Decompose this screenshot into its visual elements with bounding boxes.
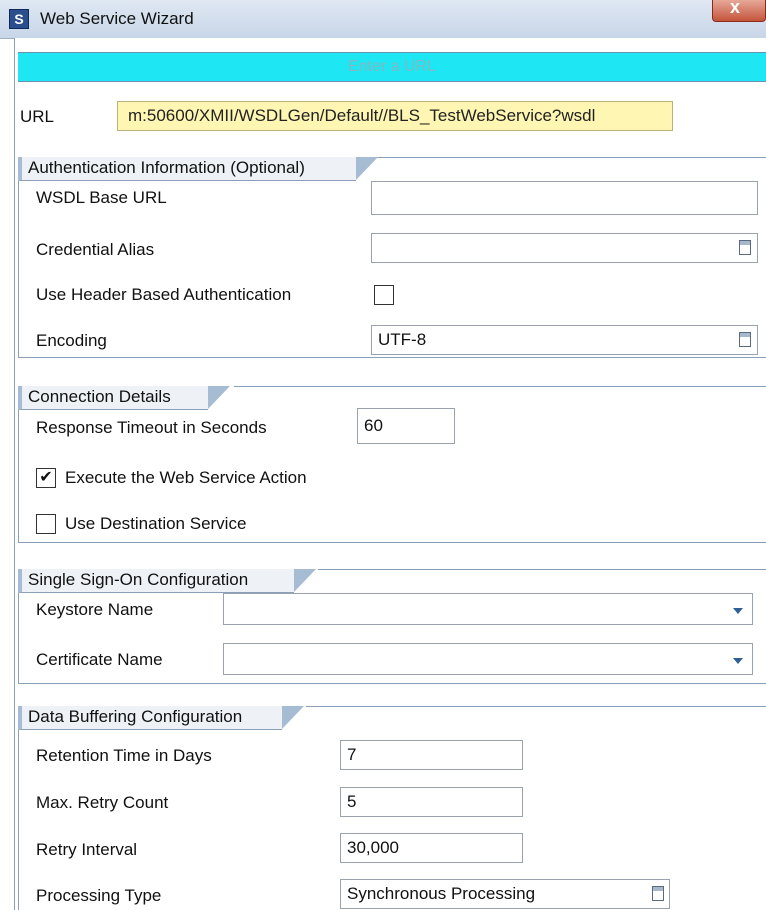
retention-input[interactable]: 7 (340, 740, 523, 770)
value-help-icon[interactable] (739, 240, 751, 255)
auth-tab-slant (356, 157, 378, 180)
close-icon: x (730, 0, 741, 17)
credential-alias-label: Credential Alias (36, 240, 155, 259)
encoding-value: UTF-8 (378, 330, 427, 349)
encoding-select[interactable]: UTF-8 (371, 325, 758, 355)
chevron-down-icon[interactable] (728, 596, 748, 624)
execute-action-label: Execute the Web Service Action (65, 468, 307, 487)
connection-group-title: Connection Details (28, 387, 171, 406)
keystore-combo[interactable] (223, 593, 753, 625)
destination-service-checkbox[interactable] (36, 514, 56, 534)
value-help-icon[interactable] (739, 332, 751, 347)
step-banner: Enter a URL (18, 52, 766, 82)
close-button[interactable]: x (712, 0, 766, 22)
buffering-group-top-line (306, 706, 766, 707)
auth-group-header: Authentication Information (Optional) (18, 157, 378, 181)
retry-interval-input[interactable]: 30,000 (340, 833, 523, 863)
processing-type-label: Processing Type (36, 886, 162, 905)
certificate-combo[interactable] (223, 643, 753, 675)
wsdl-base-url-label: WSDL Base URL (36, 188, 167, 207)
credential-alias-input[interactable] (371, 233, 758, 263)
sso-group-top-line (318, 569, 766, 570)
sso-tab-slant (294, 569, 316, 592)
retry-count-label: Max. Retry Count (36, 793, 169, 812)
timeout-label: Response Timeout in Seconds (36, 418, 267, 437)
auth-group-title: Authentication Information (Optional) (28, 158, 305, 177)
connection-tab-slant (208, 386, 230, 409)
header-auth-label: Use Header Based Authentication (36, 285, 292, 304)
banner-text: Enter a URL (347, 58, 437, 75)
processing-type-value: Synchronous Processing (347, 884, 536, 903)
header-auth-checkbox[interactable] (374, 285, 394, 305)
url-input[interactable]: m:50600/XMII/WSDLGen/Default//BLS_TestWe… (117, 101, 673, 131)
encoding-label: Encoding (36, 331, 107, 350)
url-label: URL (20, 107, 55, 126)
buffering-group-title: Data Buffering Configuration (28, 707, 243, 726)
auth-group-top-line (360, 157, 766, 158)
chevron-down-icon[interactable] (728, 646, 748, 674)
connection-group-header: Connection Details (18, 386, 230, 410)
wsdl-base-url-input[interactable] (371, 181, 758, 215)
retry-count-input[interactable]: 5 (340, 787, 523, 817)
sap-app-icon: S (9, 9, 29, 29)
window-titlebar: S Web Service Wizard x (0, 0, 766, 39)
sso-group-title: Single Sign-On Configuration (28, 570, 249, 589)
window-title: Web Service Wizard (40, 9, 194, 28)
retry-interval-label: Retry Interval (36, 840, 138, 859)
processing-type-select[interactable]: Synchronous Processing (340, 879, 670, 909)
value-help-icon[interactable] (652, 886, 664, 901)
buffering-tab-slant (282, 706, 304, 729)
destination-service-label: Use Destination Service (65, 514, 247, 533)
keystore-label: Keystore Name (36, 600, 154, 619)
sso-group-header: Single Sign-On Configuration (18, 569, 316, 593)
timeout-input[interactable]: 60 (357, 408, 455, 444)
certificate-label: Certificate Name (36, 650, 163, 669)
connection-group-top-line (234, 386, 766, 387)
buffering-group-header: Data Buffering Configuration (18, 706, 304, 730)
retention-label: Retention Time in Days (36, 746, 212, 765)
execute-action-checkbox[interactable]: ✔ (36, 468, 56, 488)
